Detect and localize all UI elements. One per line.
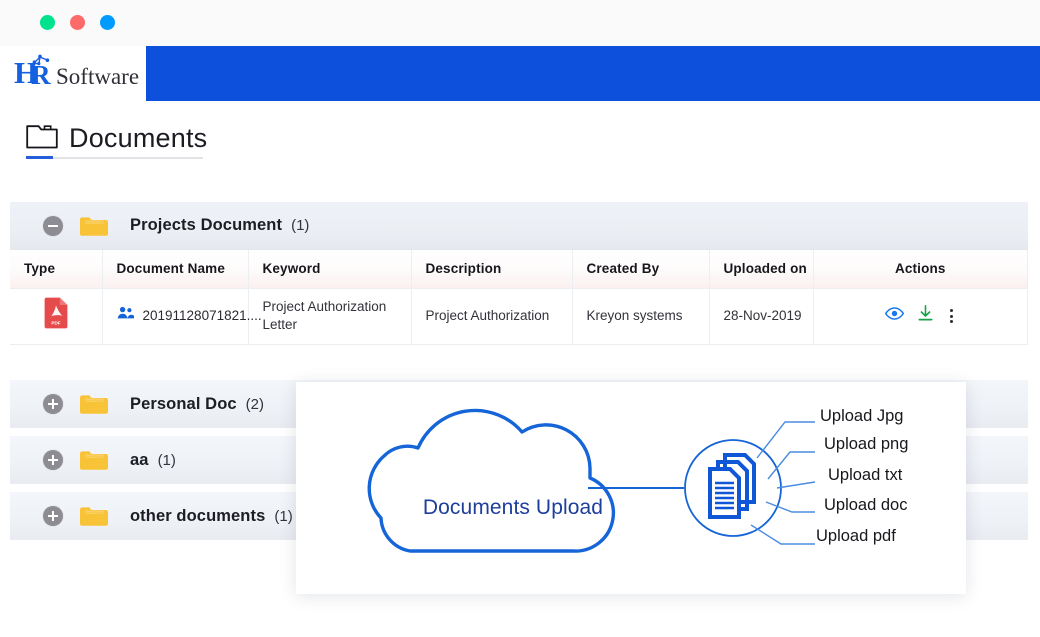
table-row[interactable]: PDF 20191128071821.... Project Authoriza… [10,288,1028,345]
cell-document-name[interactable]: 20191128071821.... [102,288,262,345]
download-icon[interactable] [918,305,933,326]
folder-name: Projects Document [130,216,283,234]
svg-text:PDF: PDF [51,321,60,326]
folder-name: aa [130,450,149,469]
folder-count: (1) [157,451,176,469]
column-header-actions: Actions [813,250,1028,289]
page-title-accent [26,156,53,159]
cell-type: PDF [10,288,103,345]
app-root: H R Software Documents Projects Document… [0,0,1040,637]
cloud-shape [367,408,616,553]
folder-name: other documents [130,506,266,525]
column-header-uploaded-on[interactable]: Uploaded on [709,250,814,289]
cloud-label: Documents Upload [422,496,604,519]
documents-upload-diagram: Documents Upload Upload Jpg Upload png U… [296,382,966,594]
window-dot-green[interactable] [40,15,55,30]
folder-count: (2) [245,395,264,413]
folder-icon [79,504,109,528]
leader-lines [750,421,816,545]
upload-label-list: Upload Jpg Upload png Upload txt Upload … [816,382,976,594]
folder-icon [79,392,109,416]
cell-created-by: Kreyon systems [572,288,710,345]
upload-label-doc: Upload doc [824,496,908,514]
people-icon [117,306,134,325]
plus-circle-icon[interactable] [43,450,63,470]
upload-label-png: Upload png [824,435,909,453]
folder-count: (1) [274,507,293,525]
window-dot-red[interactable] [70,15,85,30]
documents-table: Type Document Name Keyword Description C… [10,250,1028,345]
document-name-value: 20191128071821.... [142,307,262,323]
folder-icon [79,214,109,238]
svg-text:R: R [31,60,51,90]
documents-stack-icon [708,453,756,519]
window-controls [40,15,115,30]
app-header-bar [146,46,1040,101]
page-title: Documents [69,122,208,153]
window-dot-blue[interactable] [100,15,115,30]
plus-circle-icon[interactable] [43,506,63,526]
minus-circle-icon[interactable] [43,215,63,236]
upload-label-pdf: Upload pdf [816,527,896,545]
cell-description: Project Authorization [411,288,573,345]
window-titlebar [0,0,1040,46]
brand-word: Software [56,64,140,89]
column-header-type[interactable]: Type [10,250,103,289]
column-header-document-name[interactable]: Document Name [102,250,249,289]
folder-name: Personal Doc [130,394,237,413]
more-options-icon[interactable] [947,309,956,323]
upload-label-txt: Upload txt [828,466,903,484]
cell-actions [813,288,1028,345]
folder-icon [79,448,109,472]
folder-group-projects-document: Projects Document (1) Type Document Name… [10,202,1028,345]
folder-count: (1) [291,217,310,234]
column-header-keyword[interactable]: Keyword [248,250,412,289]
page-title-block: Documents [26,122,207,154]
column-header-created-by[interactable]: Created By [572,250,710,289]
view-icon[interactable] [884,307,904,325]
table-header-row: Type Document Name Keyword Description C… [10,250,1028,289]
pdf-file-icon: PDF [43,297,69,332]
plus-circle-icon[interactable] [43,394,63,414]
cell-uploaded-on: 28-Nov-2019 [709,288,814,345]
brand-logo[interactable]: H R Software [14,53,139,91]
folder-outline-icon [26,122,58,154]
cell-keyword: Project Authorization Letter [248,288,412,345]
folder-header-projects-document[interactable]: Projects Document (1) [10,202,1028,250]
column-header-description[interactable]: Description [411,250,573,289]
upload-label-jpg: Upload Jpg [820,407,904,425]
hr-logo-mark: H R [14,53,58,91]
